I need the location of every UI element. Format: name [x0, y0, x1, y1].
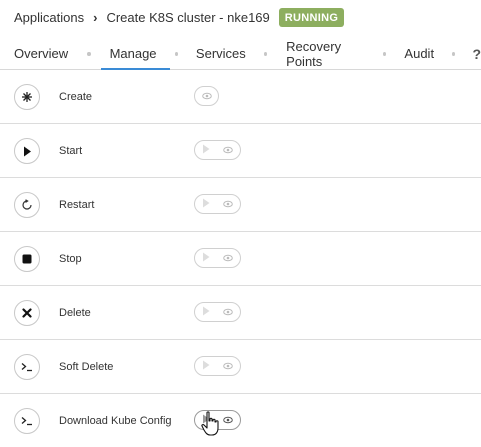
play-icon	[202, 411, 210, 429]
breadcrumb: Applications › Create K8S cluster - nke1…	[14, 6, 345, 28]
action-row-delete: Delete	[0, 286, 481, 340]
restart-icon[interactable]	[14, 192, 40, 218]
action-row-download-kube-config: Download Kube Config	[0, 394, 481, 447]
action-row-soft-delete: Soft Delete	[0, 340, 481, 394]
play-icon	[202, 357, 210, 375]
eye-icon	[223, 249, 234, 267]
asterisk-icon[interactable]	[14, 84, 40, 110]
stop-toggle[interactable]	[194, 248, 241, 268]
eye-icon	[201, 87, 212, 105]
tab-services[interactable]: Services	[196, 38, 246, 69]
terminal-icon[interactable]	[14, 354, 40, 380]
tab-separator	[452, 51, 456, 56]
play-icon	[202, 249, 210, 267]
action-label: Soft Delete	[59, 361, 114, 373]
page-title: Create K8S cluster - nke169	[106, 9, 270, 25]
eye-icon	[223, 303, 234, 321]
eye-icon	[223, 141, 234, 159]
play-icon	[202, 195, 210, 213]
action-label: Start	[59, 145, 83, 157]
status-badge: RUNNING	[278, 7, 345, 27]
action-row-start: Start	[0, 124, 481, 178]
stop-icon[interactable]	[14, 246, 40, 272]
action-label: Download Kube Config	[59, 415, 172, 427]
tab-overview[interactable]: Overview	[14, 38, 68, 69]
action-label: Delete	[59, 307, 91, 319]
action-row-create: Create	[0, 70, 481, 124]
create-view-toggle[interactable]	[194, 86, 219, 106]
tab-manage[interactable]: Manage	[100, 38, 170, 70]
tab-separator	[383, 51, 387, 56]
action-label: Create	[59, 91, 93, 103]
tab-recovery-points[interactable]: Recovery Points	[286, 38, 366, 69]
help-icon[interactable]: ?	[472, 38, 481, 69]
soft-delete-toggle[interactable]	[194, 356, 241, 376]
tab-separator	[263, 51, 268, 56]
terminal-icon[interactable]	[14, 408, 40, 434]
eye-icon	[223, 357, 234, 375]
tab-separator	[87, 51, 91, 56]
play-icon	[202, 141, 210, 159]
tab-audit[interactable]: Audit	[404, 38, 434, 69]
action-row-stop: Stop	[0, 232, 481, 286]
breadcrumb-applications-link[interactable]: Applications	[14, 10, 84, 25]
download-kube-config-toggle[interactable]	[194, 410, 241, 430]
start-toggle[interactable]	[194, 140, 241, 160]
action-row-restart: Restart	[0, 178, 481, 232]
tab-separator	[174, 51, 178, 56]
tab-bar: Overview Manage Services Recovery Points…	[0, 38, 481, 70]
action-list: Create Start Restart Stop Delete Soft De…	[0, 70, 481, 447]
eye-icon	[223, 411, 234, 429]
eye-icon	[223, 195, 234, 213]
action-label: Restart	[59, 199, 95, 211]
play-icon[interactable]	[14, 138, 40, 164]
chevron-right-icon: ›	[93, 9, 98, 25]
action-label: Stop	[59, 253, 82, 265]
play-icon	[202, 303, 210, 321]
restart-toggle[interactable]	[194, 194, 241, 214]
close-icon[interactable]	[14, 300, 40, 326]
delete-toggle[interactable]	[194, 302, 241, 322]
